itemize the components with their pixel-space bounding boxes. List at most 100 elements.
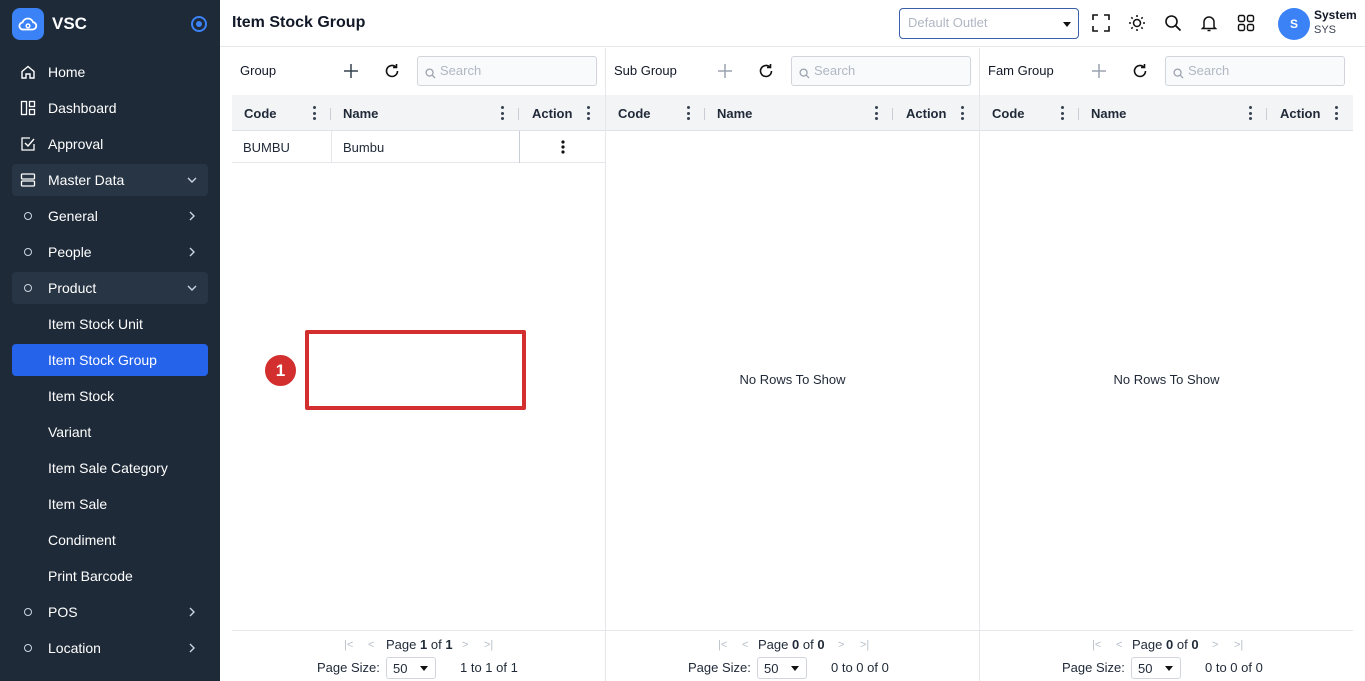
sidebar-item-item-sale-category[interactable]: Item Sale Category	[12, 452, 208, 484]
add-icon[interactable]	[1090, 62, 1108, 80]
sidebar-item-item-stock-unit[interactable]: Item Stock Unit	[12, 308, 208, 340]
outlet-select-placeholder: Default Outlet	[908, 15, 988, 30]
search-input[interactable]	[440, 63, 590, 78]
column-resizer[interactable]	[1078, 108, 1079, 120]
sidebar-item-item-stock-group[interactable]: Item Stock Group	[12, 344, 208, 376]
grid-header: Code Name Action	[232, 95, 605, 131]
column-header-code[interactable]: Code	[244, 95, 277, 131]
sidebar-item-variant[interactable]: Variant	[12, 416, 208, 448]
column-resizer[interactable]	[1266, 108, 1267, 120]
column-label: Action	[906, 105, 947, 121]
sidebar-item-condiment[interactable]: Condiment	[12, 524, 208, 556]
column-menu-icon[interactable]	[312, 106, 316, 120]
sidebar-item-product[interactable]: Product	[12, 272, 208, 304]
column-menu-icon[interactable]	[686, 106, 690, 120]
next-page-icon[interactable]: >	[462, 639, 468, 651]
column-header-name[interactable]: Name	[717, 95, 752, 131]
column-header-code[interactable]: Code	[618, 95, 651, 131]
search-input[interactable]	[1188, 63, 1338, 78]
refresh-icon[interactable]	[1131, 62, 1149, 80]
column-menu-icon[interactable]	[586, 106, 590, 120]
column-header-code[interactable]: Code	[992, 95, 1025, 131]
database-icon	[20, 172, 36, 188]
add-icon[interactable]	[716, 62, 734, 80]
apps-grid-icon[interactable]	[1236, 13, 1256, 33]
sidebar-item-label: Home	[48, 64, 86, 80]
page-size-select[interactable]: 50	[386, 657, 436, 679]
fullscreen-icon[interactable]	[1091, 13, 1111, 33]
page-size-label: Page Size:	[1062, 660, 1125, 675]
bell-icon[interactable]	[1199, 13, 1219, 33]
column-header-action[interactable]: Action	[906, 95, 946, 131]
search-field[interactable]	[791, 56, 971, 86]
prev-page-icon[interactable]: <	[368, 639, 374, 651]
sidebar-item-item-sale[interactable]: Item Sale	[12, 488, 208, 520]
column-resizer[interactable]	[330, 108, 331, 120]
circle-icon	[20, 244, 36, 260]
column-menu-icon[interactable]	[874, 106, 878, 120]
chevron-right-icon	[186, 210, 198, 222]
column-header-action[interactable]: Action	[1280, 95, 1320, 131]
first-page-icon[interactable]: |<	[344, 639, 353, 651]
sidebar-item-print-barcode[interactable]: Print Barcode	[12, 560, 208, 592]
search-field[interactable]	[1165, 56, 1345, 86]
grid-header: Code Name Action	[980, 95, 1353, 131]
next-page-icon[interactable]: >	[1212, 639, 1218, 651]
first-page-icon[interactable]: |<	[718, 639, 727, 651]
search-input[interactable]	[814, 63, 964, 78]
refresh-icon[interactable]	[383, 62, 401, 80]
pagination: |< < Page 0 of 0 > >| Page Size: 50 0 to…	[606, 630, 979, 681]
first-page-icon[interactable]: |<	[1092, 639, 1101, 651]
sidebar-item-label: Print Barcode	[48, 568, 133, 584]
table-row[interactable]: BUMBU Bumbu	[232, 131, 605, 163]
last-page-icon[interactable]: >|	[484, 639, 493, 651]
sidebar-item-label: Condiment	[48, 532, 116, 548]
row-range: 1 to 1 of 1	[460, 660, 518, 675]
column-header-name[interactable]: Name	[1091, 95, 1126, 131]
column-resizer[interactable]	[518, 108, 519, 120]
search-icon[interactable]	[1163, 13, 1183, 33]
column-label: Code	[992, 105, 1025, 121]
column-menu-icon[interactable]	[1060, 106, 1064, 120]
sidebar-item-general[interactable]: General	[12, 200, 208, 232]
page-size-select[interactable]: 50	[757, 657, 807, 679]
circle-icon	[20, 604, 36, 620]
search-icon	[1173, 66, 1184, 84]
panel-title: Fam Group	[988, 63, 1054, 78]
refresh-icon[interactable]	[757, 62, 775, 80]
sun-theme-icon[interactable]	[1127, 13, 1147, 33]
avatar[interactable]: S	[1278, 8, 1310, 40]
last-page-icon[interactable]: >|	[1234, 639, 1243, 651]
page-size-select[interactable]: 50	[1131, 657, 1181, 679]
dashboard-icon	[20, 100, 36, 116]
home-icon	[20, 64, 36, 80]
column-menu-icon[interactable]	[1334, 106, 1338, 120]
row-action-menu-icon[interactable]	[561, 131, 565, 163]
sidebar-toggle-icon[interactable]	[191, 16, 207, 32]
add-icon[interactable]	[342, 62, 360, 80]
prev-page-icon[interactable]: <	[1116, 639, 1122, 651]
sidebar-item-item-stock[interactable]: Item Stock	[12, 380, 208, 412]
column-menu-icon[interactable]	[500, 106, 504, 120]
last-page-icon[interactable]: >|	[860, 639, 869, 651]
column-resizer[interactable]	[704, 108, 705, 120]
column-header-name[interactable]: Name	[343, 95, 378, 131]
sidebar-item-approval[interactable]: Approval	[12, 128, 208, 160]
page-indicator: Page 0 of 0	[1132, 637, 1199, 652]
next-page-icon[interactable]: >	[838, 639, 844, 651]
prev-page-icon[interactable]: <	[742, 639, 748, 651]
outlet-select[interactable]: Default Outlet	[899, 8, 1079, 39]
sidebar-item-location[interactable]: Location	[12, 632, 208, 664]
column-header-action[interactable]: Action	[532, 95, 572, 131]
caret-down-icon	[791, 666, 799, 671]
search-icon	[425, 66, 436, 84]
sidebar-item-dashboard[interactable]: Dashboard	[12, 92, 208, 124]
sidebar-item-people[interactable]: People	[12, 236, 208, 268]
column-menu-icon[interactable]	[960, 106, 964, 120]
search-field[interactable]	[417, 56, 597, 86]
column-resizer[interactable]	[892, 108, 893, 120]
sidebar-item-master-data[interactable]: Master Data	[12, 164, 208, 196]
column-menu-icon[interactable]	[1248, 106, 1252, 120]
sidebar-item-home[interactable]: Home	[12, 56, 208, 88]
sidebar-item-pos[interactable]: POS	[12, 596, 208, 628]
